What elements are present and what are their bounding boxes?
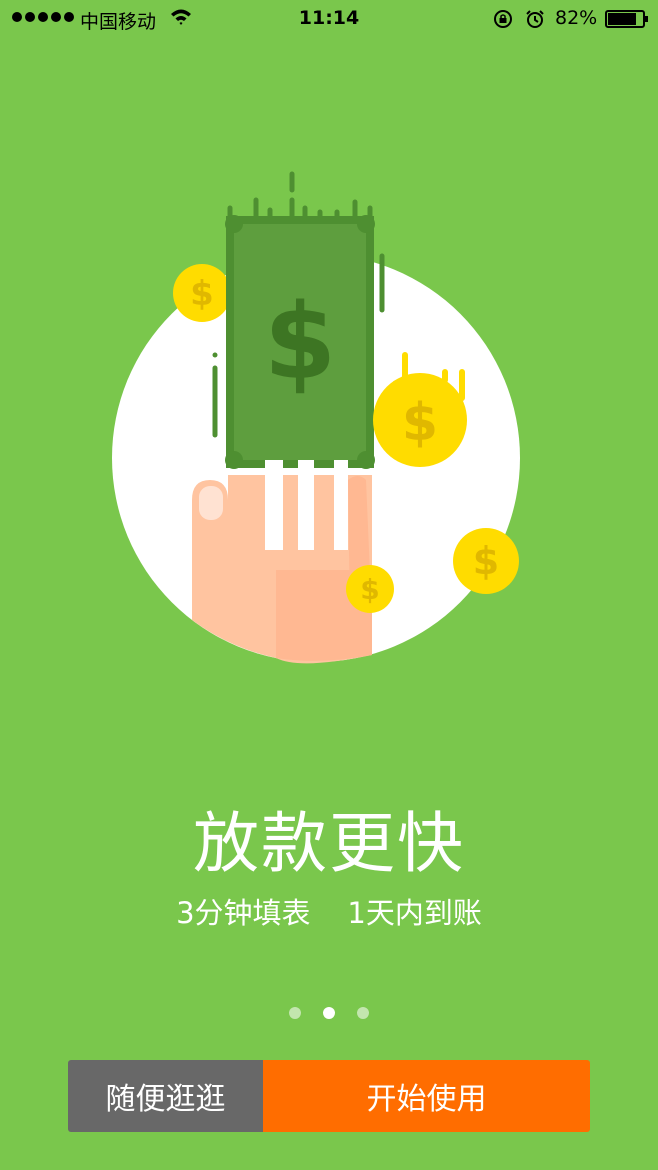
browse-button[interactable]: 随便逛逛 bbox=[68, 1060, 263, 1132]
action-buttons: 随便逛逛 开始使用 bbox=[68, 1060, 590, 1132]
page-dot-1[interactable] bbox=[289, 1007, 301, 1019]
slide-subtitle: 3分钟填表 1天内到账 bbox=[176, 896, 482, 930]
svg-text:$: $ bbox=[402, 393, 438, 453]
svg-text:$: $ bbox=[473, 539, 499, 583]
battery-percentage: 82% bbox=[555, 7, 598, 29]
start-button[interactable]: 开始使用 bbox=[263, 1060, 590, 1132]
svg-text:$: $ bbox=[264, 281, 336, 403]
coin-icon-bottom-center: $ bbox=[346, 565, 394, 613]
slide-title: 放款更快 bbox=[193, 805, 465, 882]
money-hand-illustration: $ $ $ $ $ bbox=[112, 171, 520, 664]
alarm-icon bbox=[526, 10, 544, 28]
status-bar: 中国移动 11:14 82% bbox=[0, 0, 658, 38]
coin-icon-bottom-right: $ bbox=[453, 528, 519, 594]
dollar-bill-icon: $ bbox=[225, 215, 375, 469]
page-dot-3[interactable] bbox=[357, 1007, 369, 1019]
hand-icon bbox=[192, 460, 372, 664]
page-dot-2-active[interactable] bbox=[323, 1007, 335, 1019]
svg-text:$: $ bbox=[190, 274, 214, 314]
coin-icon-top-left: $ bbox=[173, 264, 231, 322]
rotation-lock-icon bbox=[494, 10, 512, 28]
page-indicator bbox=[0, 1007, 658, 1019]
battery-icon bbox=[605, 10, 648, 28]
svg-text:$: $ bbox=[360, 573, 379, 606]
